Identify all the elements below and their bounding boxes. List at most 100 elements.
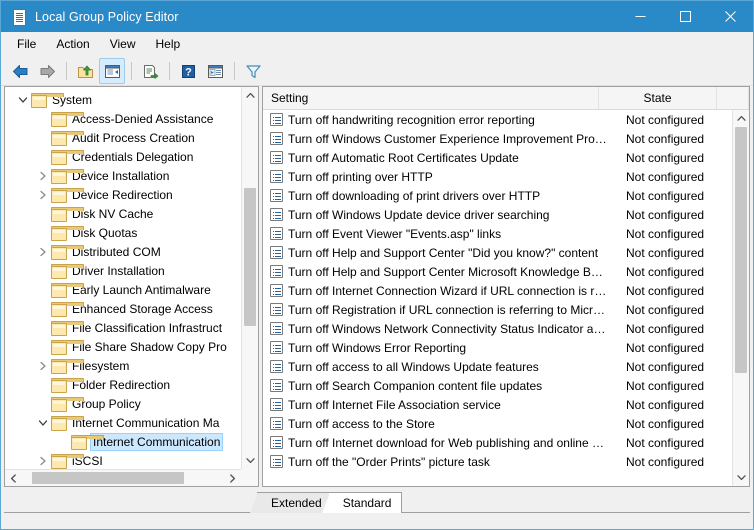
menu-view[interactable]: View	[100, 33, 146, 55]
tree-item[interactable]: Group Policy	[5, 394, 241, 413]
window-title: Local Group Policy Editor	[35, 9, 179, 24]
properties-icon[interactable]	[202, 58, 228, 84]
chevron-down-icon[interactable]	[35, 419, 51, 427]
table-row[interactable]: Turn off Search Companion content file u…	[263, 376, 732, 395]
tree-hscroll-thumb[interactable]	[32, 472, 184, 484]
list-vertical-scrollbar[interactable]	[732, 110, 749, 486]
table-row[interactable]: Turn off Windows Update device driver se…	[263, 205, 732, 224]
tree-item-label: Credentials Delegation	[72, 149, 194, 164]
tree-scroll-thumb[interactable]	[244, 188, 256, 326]
tree-vertical-scrollbar[interactable]	[241, 87, 258, 469]
table-row[interactable]: Turn off the "Order Prints" picture task…	[263, 452, 732, 471]
list-scroll-thumb[interactable]	[735, 127, 747, 373]
table-row[interactable]: Turn off handwriting recognition error r…	[263, 110, 732, 129]
help-icon[interactable]: ?	[175, 58, 201, 84]
tree-item[interactable]: Filesystem	[5, 356, 241, 375]
tree-item[interactable]: Driver Installation	[5, 261, 241, 280]
maximize-button[interactable]	[663, 1, 708, 32]
tree-scroll-right-button[interactable]	[224, 470, 241, 486]
close-button[interactable]	[708, 1, 753, 32]
table-row[interactable]: Turn off Registration if URL connection …	[263, 300, 732, 319]
table-row[interactable]: Turn off Automatic Root Certificates Upd…	[263, 148, 732, 167]
tree-item[interactable]: System	[5, 90, 241, 109]
filter-icon[interactable]	[240, 58, 266, 84]
table-row[interactable]: Turn off printing over HTTP Not configure…	[263, 167, 732, 186]
up-one-level-icon[interactable]	[72, 58, 98, 84]
tree-item[interactable]: Internet Communication Ma	[5, 413, 241, 432]
cell-setting: Turn off access to the Store	[288, 416, 435, 431]
chevron-right-icon[interactable]	[35, 456, 51, 466]
tree-item[interactable]: Early Launch Antimalware	[5, 280, 241, 299]
cell-state: Not configured	[626, 416, 705, 431]
table-row[interactable]: Turn off Internet download for Web publi…	[263, 433, 732, 452]
chevron-right-icon[interactable]	[35, 171, 51, 181]
menu-help[interactable]: Help	[146, 33, 191, 55]
policy-setting-icon	[270, 360, 283, 373]
policy-setting-icon	[270, 303, 283, 316]
table-row[interactable]: Turn off Internet Connection Wizard if U…	[263, 281, 732, 300]
policy-setting-icon	[270, 436, 283, 449]
tree-item[interactable]: Access-Denied Assistance	[5, 109, 241, 128]
tree-item[interactable]: Device Redirection	[5, 185, 241, 204]
toolbar-separator	[131, 62, 132, 80]
tree-item[interactable]: Audit Process Creation	[5, 128, 241, 147]
forward-arrow-icon[interactable]	[34, 58, 60, 84]
tree-item[interactable]: Device Installation	[5, 166, 241, 185]
table-row[interactable]: Turn off Help and Support Center Microso…	[263, 262, 732, 281]
tree-item[interactable]: Distributed COM	[5, 242, 241, 261]
cell-state: Not configured	[626, 207, 705, 222]
menu-file[interactable]: File	[7, 33, 46, 55]
list-column-header: Setting State	[263, 87, 749, 110]
toolbar-separator	[234, 62, 235, 80]
export-list-icon[interactable]	[137, 58, 163, 84]
table-row[interactable]: Turn off Windows Customer Experience Imp…	[263, 129, 732, 148]
tree-horizontal-scrollbar[interactable]	[5, 469, 241, 486]
policy-setting-icon	[270, 189, 283, 202]
table-row[interactable]: Turn off Help and Support Center "Did yo…	[263, 243, 732, 262]
console-tree[interactable]: System Access-Denied Assistance Audit Proc…	[5, 87, 241, 469]
folder-icon	[51, 225, 84, 241]
cell-state: Not configured	[626, 378, 705, 393]
cell-state: Not configured	[626, 302, 705, 317]
table-row[interactable]: Turn off Internet File Association servi…	[263, 395, 732, 414]
settings-list[interactable]: Turn off handwriting recognition error r…	[263, 110, 732, 486]
tree-scroll-down-button[interactable]	[242, 452, 258, 469]
tree-item[interactable]: Disk NV Cache	[5, 204, 241, 223]
minimize-button[interactable]	[618, 1, 663, 32]
list-scroll-track[interactable]	[733, 127, 749, 469]
tree-scroll-up-button[interactable]	[242, 87, 258, 104]
table-row[interactable]: Turn off Event Viewer "Events.asp" links…	[263, 224, 732, 243]
table-row[interactable]: Turn off access to all Windows Update fe…	[263, 357, 732, 376]
menu-action[interactable]: Action	[46, 33, 99, 55]
folder-icon	[51, 377, 84, 393]
list-scroll-down-button[interactable]	[733, 469, 749, 486]
tree-item[interactable]: Disk Quotas	[5, 223, 241, 242]
table-row[interactable]: Turn off Windows Error Reporting Not conf…	[263, 338, 732, 357]
tree-item[interactable]: Internet Communication	[5, 432, 241, 451]
back-arrow-icon[interactable]	[7, 58, 33, 84]
tree-item[interactable]: Enhanced Storage Access	[5, 299, 241, 318]
table-row[interactable]: Turn off access to the Store Not configur…	[263, 414, 732, 433]
tab-standard[interactable]: Standard	[321, 492, 403, 513]
tree-item[interactable]: File Classification Infrastruct	[5, 318, 241, 337]
column-header-state[interactable]: State	[599, 87, 717, 109]
chevron-right-icon[interactable]	[35, 361, 51, 371]
cell-state: Not configured	[626, 321, 705, 336]
chevron-down-icon[interactable]	[15, 96, 31, 104]
tree-item[interactable]: Folder Redirection	[5, 375, 241, 394]
cell-setting: Turn off Windows Update device driver se…	[288, 207, 550, 222]
column-header-setting[interactable]: Setting	[263, 87, 599, 109]
show-hide-tree-icon[interactable]	[99, 58, 125, 84]
tree-scroll-left-button[interactable]	[5, 470, 22, 486]
cell-state: Not configured	[626, 150, 705, 165]
tree-item[interactable]: File Share Shadow Copy Pro	[5, 337, 241, 356]
tree-scroll-track[interactable]	[242, 104, 258, 452]
table-row[interactable]: Turn off Windows Network Connectivity St…	[263, 319, 732, 338]
table-row[interactable]: Turn off downloading of print drivers ov…	[263, 186, 732, 205]
list-scroll-up-button[interactable]	[733, 110, 749, 127]
tree-item[interactable]: iSCSI	[5, 451, 241, 469]
chevron-right-icon[interactable]	[35, 247, 51, 257]
tree-hscroll-track[interactable]	[22, 470, 224, 486]
tree-item[interactable]: Credentials Delegation	[5, 147, 241, 166]
chevron-right-icon[interactable]	[35, 190, 51, 200]
